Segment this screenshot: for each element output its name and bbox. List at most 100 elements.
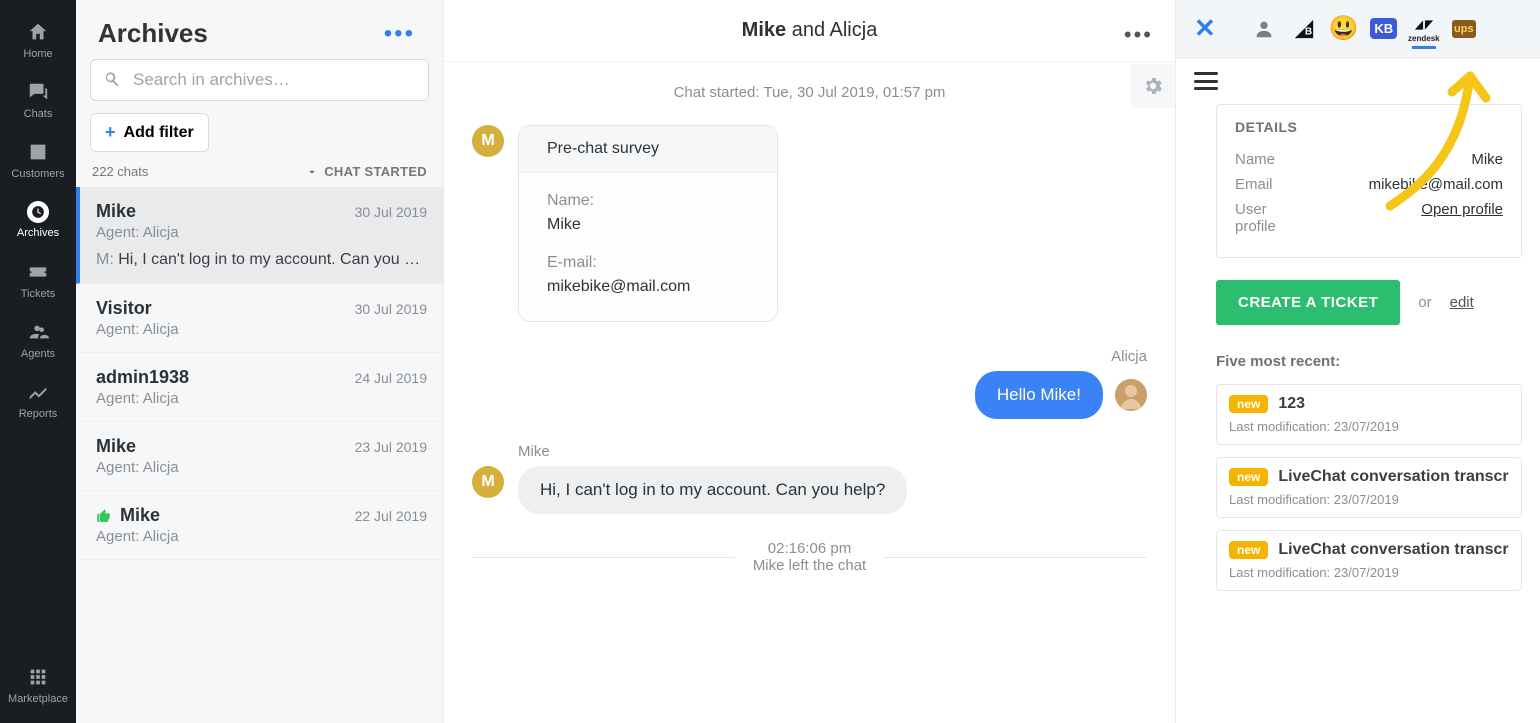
nav-marketplace[interactable]: Marketplace xyxy=(0,655,76,715)
chat-item[interactable]: Mike 22 Jul 2019 Agent: Alicja xyxy=(76,491,443,560)
settings-gear-button[interactable] xyxy=(1131,64,1175,108)
conversation-panel: Mike and Alicja ••• Chat started: Tue, 3… xyxy=(444,0,1176,723)
recent-mod: Last modification: 23/07/2019 xyxy=(1229,492,1509,507)
add-filter-button[interactable]: + Add filter xyxy=(90,113,209,152)
conversation-title: Mike and Alicja xyxy=(742,19,878,42)
zendesk-icon[interactable]: zendesk xyxy=(1410,15,1438,43)
chat-item-date: 23 Jul 2019 xyxy=(355,439,427,455)
nav-label: Home xyxy=(23,48,52,60)
chat-item-date: 22 Jul 2019 xyxy=(355,508,427,524)
chat-started-label: Chat started: Tue, 30 Jul 2019, 01:57 pm xyxy=(472,84,1147,101)
recent-item[interactable]: new LiveChat conversation transcript Last… xyxy=(1216,457,1522,518)
sort-button[interactable]: CHAT STARTED xyxy=(306,164,427,179)
chat-item[interactable]: Mike 23 Jul 2019 Agent: Alicja xyxy=(76,422,443,491)
chat-item-date: 30 Jul 2019 xyxy=(355,301,427,317)
nav-archives[interactable]: Archives xyxy=(0,190,76,250)
agent-message-bubble: Hello Mike! xyxy=(975,371,1103,419)
survey-title: Pre-chat survey xyxy=(519,126,777,173)
nav-chats[interactable]: Chats xyxy=(0,70,76,130)
chat-item-preview: M: Hi, I can't log in to my account. Can… xyxy=(96,251,427,269)
nav-tickets[interactable]: Tickets xyxy=(0,250,76,310)
open-profile-link[interactable]: Open profile xyxy=(1421,201,1503,218)
chat-count: 222 chats xyxy=(92,164,148,179)
details-email-value: mikebike@mail.com xyxy=(1369,176,1503,193)
search-input[interactable] xyxy=(90,59,429,101)
recent-title: 123 xyxy=(1278,395,1305,413)
thumbs-up-icon xyxy=(96,508,112,524)
nav-customers[interactable]: Customers xyxy=(0,130,76,190)
details-heading: DETAILS xyxy=(1235,119,1503,135)
edit-link[interactable]: edit xyxy=(1450,294,1474,311)
page-title: Archives xyxy=(98,18,208,49)
details-name-value: Mike xyxy=(1471,151,1503,168)
recent-item[interactable]: newLiveChat conversation transcript Last… xyxy=(1216,530,1522,591)
nav-rail: Home Chats Customers Archives Tickets Ag… xyxy=(0,0,76,723)
nav-agents[interactable]: Agents xyxy=(0,310,76,370)
search-box xyxy=(90,59,429,101)
customers-icon xyxy=(26,140,50,164)
pre-chat-survey-card: Pre-chat survey Name: Mike E-mail: mikeb… xyxy=(518,125,778,322)
chat-item[interactable]: Visitor 30 Jul 2019 Agent: Alicja xyxy=(76,284,443,353)
chat-item-agent: Agent: Alicja xyxy=(96,459,427,476)
archives-icon xyxy=(27,201,49,223)
home-icon xyxy=(26,20,50,44)
svg-text:B: B xyxy=(1305,26,1312,37)
customer-message-row: M Hi, I can't log in to my account. Can … xyxy=(472,466,1147,514)
conversation-header: Mike and Alicja ••• xyxy=(444,0,1175,62)
sender-name: Alicja xyxy=(1111,348,1147,365)
ups-icon[interactable]: ups xyxy=(1450,15,1478,43)
customer-avatar: M xyxy=(472,466,504,498)
recent-heading: Five most recent: xyxy=(1216,353,1522,370)
archives-panel: Archives ••• + Add filter 222 chats CHAT… xyxy=(76,0,444,723)
ticket-row: CREATE A TICKET or edit xyxy=(1216,280,1522,325)
nav-reports[interactable]: Reports xyxy=(0,370,76,430)
nav-label: Agents xyxy=(21,348,55,360)
tickets-icon xyxy=(26,260,50,284)
nav-home[interactable]: Home xyxy=(0,10,76,70)
chats-icon xyxy=(26,80,50,104)
nav-label: Chats xyxy=(24,108,53,120)
recent-item[interactable]: new123 Last modification: 23/07/2019 xyxy=(1216,384,1522,445)
chat-item-name: Mike xyxy=(96,436,136,457)
chat-item-agent: Agent: Alicja xyxy=(96,528,427,545)
chat-item[interactable]: admin1938 24 Jul 2019 Agent: Alicja xyxy=(76,353,443,422)
new-tag: new xyxy=(1229,468,1268,486)
create-ticket-button[interactable]: CREATE A TICKET xyxy=(1216,280,1400,325)
nav-label: Marketplace xyxy=(8,693,68,705)
new-tag: new xyxy=(1229,541,1268,559)
agent-message-block: Alicja Hello Mike! xyxy=(472,348,1147,419)
recent-mod: Last modification: 23/07/2019 xyxy=(1229,565,1509,580)
gear-icon xyxy=(1142,75,1164,97)
close-panel-button[interactable]: ✕ xyxy=(1190,13,1220,44)
chat-item-name: Visitor xyxy=(96,298,152,319)
search-icon xyxy=(102,69,122,94)
chat-item-agent: Agent: Alicja xyxy=(96,224,427,241)
agent-avatar xyxy=(1115,379,1147,411)
archives-header: Archives ••• xyxy=(76,0,443,59)
details-email-label: Email xyxy=(1235,176,1273,193)
right-panel: ✕ B 😃 KB zendesk ups DETAILS NameMike Em… xyxy=(1176,0,1540,723)
marketplace-icon xyxy=(26,665,50,689)
survey-name-value: Mike xyxy=(547,213,749,237)
left-time: 02:16:06 pm xyxy=(753,540,866,557)
plus-icon: + xyxy=(105,122,116,143)
chat-item-name: Mike xyxy=(96,505,160,526)
customer-message-bubble: Hi, I can't log in to my account. Can yo… xyxy=(518,466,907,514)
integrations-bar: ✕ B 😃 KB zendesk ups xyxy=(1176,0,1540,58)
left-text: Mike left the chat xyxy=(753,557,866,574)
kb-icon[interactable]: KB xyxy=(1370,15,1398,43)
smiley-icon[interactable]: 😃 xyxy=(1330,15,1358,43)
chat-item-date: 30 Jul 2019 xyxy=(355,204,427,220)
chat-item[interactable]: Mike 30 Jul 2019 Agent: Alicja M: Hi, I … xyxy=(76,187,443,284)
recent-title: LiveChat conversation transcript xyxy=(1278,468,1509,486)
hamburger-button[interactable] xyxy=(1194,72,1218,90)
details-card: DETAILS NameMike Emailmikebike@mail.com … xyxy=(1216,104,1522,258)
reports-icon xyxy=(26,380,50,404)
left-chat-divider: 02:16:06 pm Mike left the chat xyxy=(472,540,1147,574)
chat-item-name: admin1938 xyxy=(96,367,189,388)
conversation-menu-button[interactable]: ••• xyxy=(1124,22,1153,48)
chevron-down-icon xyxy=(306,166,318,178)
bigcommerce-icon[interactable]: B xyxy=(1290,15,1318,43)
person-icon[interactable] xyxy=(1250,15,1278,43)
archives-menu-button[interactable]: ••• xyxy=(378,23,421,45)
